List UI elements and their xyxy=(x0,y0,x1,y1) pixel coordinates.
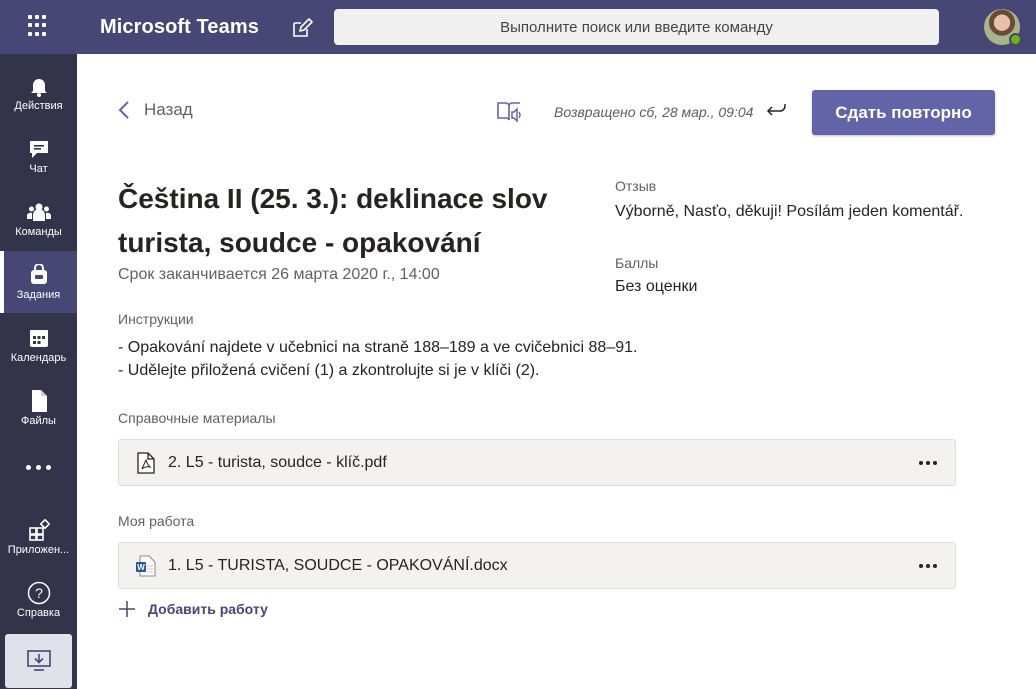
instructions-label: Инструкции xyxy=(118,311,194,327)
svg-text:?: ? xyxy=(35,585,43,601)
my-work-file-card[interactable]: W 1. L5 - TURISTA, SOUDCE - OPAKOVÁNÍ.do… xyxy=(118,542,956,589)
rail-item-files[interactable]: Файлы xyxy=(0,377,77,439)
rail-item-activity[interactable]: Действия xyxy=(0,62,77,124)
assignments-icon xyxy=(27,263,51,287)
chevron-left-icon xyxy=(118,101,129,119)
rail-item-label: Справка xyxy=(16,607,61,619)
chat-icon xyxy=(27,137,51,161)
file-name: 2. L5 - turista, soudce - klíč.pdf xyxy=(168,453,387,471)
feedback-label: Отзыв xyxy=(615,178,657,194)
more-options-icon[interactable] xyxy=(915,452,941,474)
rail-item-assignments[interactable]: Задания xyxy=(0,251,77,313)
rail-item-label: Приложен... xyxy=(7,544,70,556)
presence-available-icon xyxy=(1009,33,1022,46)
feedback-text: Výborně, Nasťo, děkuji! Posílám jeden ko… xyxy=(615,203,964,220)
immersive-reader-icon[interactable] xyxy=(495,98,523,126)
more-apps-icon[interactable] xyxy=(0,451,77,483)
file-name: 1. L5 - TURISTA, SOUDCE - OPAKOVÁNÍ.docx xyxy=(168,556,508,574)
rail-item-label: Команды xyxy=(15,226,62,238)
assignment-title: Čeština II (25. 3.): deklinace slov turi… xyxy=(118,183,548,258)
top-bar: Microsoft Teams Выполните поиск или введ… xyxy=(0,0,1036,54)
search-input[interactable]: Выполните поиск или введите команду xyxy=(334,9,939,45)
rail-item-label: Действия xyxy=(14,100,63,112)
rail-item-label: Задания xyxy=(16,289,61,301)
rail-item-help[interactable]: ? Справка xyxy=(0,569,77,631)
calendar-icon xyxy=(27,326,51,350)
teams-icon xyxy=(26,200,51,224)
rail-item-teams[interactable]: Команды xyxy=(0,188,77,250)
resubmit-button[interactable]: Сдать повторно xyxy=(812,90,995,135)
avatar[interactable] xyxy=(984,9,1022,46)
returned-status: Возвращено сб, 28 мар., 09:04 xyxy=(554,104,754,120)
pdf-icon xyxy=(136,451,156,475)
rail-item-label: Чат xyxy=(29,163,48,175)
add-work-button[interactable]: Добавить работу xyxy=(118,600,268,618)
app-title: Microsoft Teams xyxy=(100,16,259,38)
points-label: Баллы xyxy=(615,255,659,271)
rail-item-chat[interactable]: Чат xyxy=(0,125,77,187)
download-app-button[interactable] xyxy=(5,634,72,688)
points-value: Без оценки xyxy=(615,278,698,295)
instruction-line: - Udělejte přiložená cvičení (1) a zkont… xyxy=(118,362,540,379)
rail-item-apps[interactable]: Приложен... xyxy=(0,506,77,568)
svg-text:W: W xyxy=(137,563,145,572)
app-rail: Действия Чат Команды Задания Календарь Ф… xyxy=(0,54,77,689)
apps-icon xyxy=(27,518,51,542)
rail-item-label: Календарь xyxy=(10,352,67,364)
new-chat-icon[interactable] xyxy=(291,17,313,39)
word-icon: W xyxy=(136,554,156,578)
add-work-label: Добавить работу xyxy=(148,601,268,617)
reference-file-card[interactable]: 2. L5 - turista, soudce - klíč.pdf xyxy=(118,439,956,486)
more-options-icon[interactable] xyxy=(915,555,941,577)
app-launcher-icon[interactable] xyxy=(28,15,50,37)
reference-materials-label: Справочные материалы xyxy=(118,410,276,426)
rail-item-label: Файлы xyxy=(21,415,56,427)
download-icon xyxy=(26,650,51,671)
plus-icon xyxy=(119,601,135,617)
help-icon: ? xyxy=(27,581,51,605)
undo-return-icon[interactable] xyxy=(766,103,788,121)
files-icon xyxy=(27,389,51,413)
due-date: Срок заканчивается 26 марта 2020 г., 14:… xyxy=(118,266,440,283)
my-work-label: Моя работа xyxy=(118,513,195,529)
instruction-line: - Opakování najdete v učebnici na straně… xyxy=(118,339,638,356)
back-button[interactable]: Назад xyxy=(118,100,193,120)
back-label: Назад xyxy=(144,100,193,119)
bell-icon xyxy=(27,74,51,98)
rail-item-calendar[interactable]: Календарь xyxy=(0,314,77,376)
